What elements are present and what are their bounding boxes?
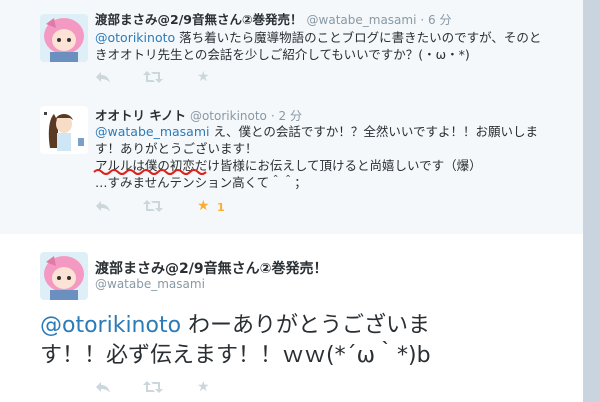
timestamp[interactable]: · 2 分 bbox=[271, 109, 302, 123]
tweet-actions: ★ bbox=[95, 379, 295, 400]
avatar[interactable] bbox=[40, 14, 88, 62]
tweet-item[interactable]: 渡部まさみ@2/9音無さん②巻発売！ @watabe_masami · 6 分 … bbox=[0, 0, 583, 97]
avatar[interactable] bbox=[40, 252, 88, 300]
reply-icon[interactable] bbox=[95, 199, 111, 217]
tweet-actions: ★ 1 bbox=[95, 198, 295, 219]
retweet-icon[interactable] bbox=[143, 70, 163, 88]
tweet-text: @watabe_masami え、僕との会話ですか！？全然いいですよ！！お願いし… bbox=[95, 124, 538, 190]
retweet-icon[interactable] bbox=[143, 380, 163, 398]
reply-icon[interactable] bbox=[95, 380, 111, 398]
timestamp[interactable]: · 6 分 bbox=[420, 13, 451, 27]
display-name[interactable]: オオトリ キノト bbox=[95, 108, 186, 123]
star-icon[interactable]: ★ bbox=[197, 69, 210, 85]
timeline: 渡部まさみ@2/9音無さん②巻発売！ @watabe_masami · 6 分 … bbox=[0, 0, 584, 402]
tweet-item[interactable]: オオトリ キノト @otorikinoto · 2 分 @watabe_masa… bbox=[0, 96, 583, 235]
tweet-actions: ★ bbox=[95, 69, 295, 90]
scrollbar[interactable] bbox=[584, 0, 600, 402]
mention-link[interactable]: @otorikinoto bbox=[40, 313, 181, 338]
tweet-text: @otorikinoto 落ち着いたら魔導物語のことブログに書きたいのですが、そ… bbox=[95, 30, 542, 62]
tweet-text: @otorikinoto わーありがとうございま す！！必ず伝えます！！ｗｗ(*… bbox=[40, 313, 431, 368]
red-underline-annotation bbox=[93, 169, 207, 175]
favorite-count[interactable]: 1 bbox=[217, 201, 225, 214]
retweet-icon[interactable] bbox=[143, 199, 163, 217]
display-name[interactable]: 渡部まさみ@2/9音無さん②巻発売！ bbox=[95, 258, 327, 278]
user-handle[interactable]: @watabe_masami bbox=[307, 13, 417, 27]
reply-icon[interactable] bbox=[95, 70, 111, 88]
avatar[interactable] bbox=[40, 106, 88, 154]
user-handle[interactable]: @otorikinoto bbox=[190, 109, 267, 123]
mention-link[interactable]: @watabe_masami bbox=[95, 124, 209, 139]
mention-link[interactable]: @otorikinoto bbox=[95, 30, 175, 45]
user-handle[interactable]: @watabe_masami bbox=[95, 277, 205, 291]
star-icon[interactable]: ★ bbox=[197, 379, 210, 395]
display-name[interactable]: 渡部まさみ@2/9音無さん②巻発売！ bbox=[95, 12, 303, 27]
star-icon[interactable]: ★ bbox=[197, 198, 210, 214]
